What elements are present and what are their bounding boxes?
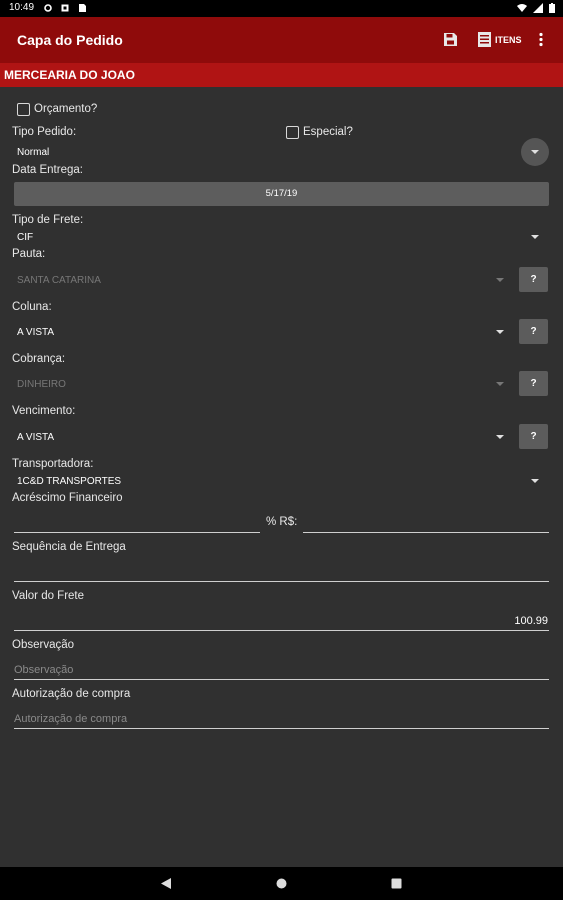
cobranca-spinner: DINHEIRO	[17, 379, 66, 390]
valor-frete-label: Valor do Frete	[12, 590, 85, 602]
acrescimo-percent-input[interactable]	[14, 532, 260, 533]
data-entrega-label: Data Entrega:	[12, 164, 83, 176]
customer-name: MERCEARIA DO JOAO	[4, 68, 135, 82]
pauta-chevron-down-icon	[496, 278, 504, 282]
coluna-help-button[interactable]: ?	[519, 319, 548, 344]
wifi-icon	[517, 4, 527, 12]
tipo-pedido-label: Tipo Pedido:	[12, 126, 77, 138]
cobranca-help-button[interactable]: ?	[519, 371, 548, 396]
status-time: 10:49	[9, 2, 35, 13]
observacao-label: Observação	[12, 639, 75, 651]
acrescimo-value-input[interactable]	[303, 532, 549, 533]
observacao-underline	[14, 679, 549, 680]
pauta-label: Pauta:	[12, 248, 46, 260]
coluna-label: Coluna:	[12, 301, 52, 313]
sim-icon	[79, 4, 86, 12]
autorizacao-input[interactable]: Autorização de compra	[14, 713, 127, 725]
back-icon[interactable]	[161, 878, 172, 889]
chevron-down-icon	[531, 150, 539, 154]
pauta-help-button[interactable]: ?	[519, 267, 548, 292]
vencimento-label: Vencimento:	[12, 405, 76, 417]
tipo-frete-spinner[interactable]: CIF	[17, 232, 33, 243]
page-title: Capa do Pedido	[17, 32, 123, 48]
status-bar: 10:49	[0, 0, 563, 17]
valor-frete-value: 100.99	[514, 615, 548, 627]
list-icon	[478, 32, 491, 47]
recents-icon[interactable]	[391, 878, 402, 889]
notification-icon	[61, 4, 69, 12]
orcamento-checkbox[interactable]	[17, 103, 30, 116]
tipo-pedido-spinner[interactable]: Normal	[17, 147, 49, 158]
save-icon[interactable]	[443, 32, 458, 47]
vencimento-help-button[interactable]: ?	[519, 424, 548, 449]
tipo-pedido-dropdown-button[interactable]	[521, 138, 549, 166]
coluna-chevron-down-icon[interactable]	[496, 330, 504, 334]
home-icon[interactable]	[276, 878, 287, 889]
observacao-input[interactable]: Observação	[14, 664, 73, 676]
vencimento-spinner[interactable]: A VISTA	[17, 432, 54, 443]
sequencia-label: Sequência de Entrega	[12, 541, 126, 553]
tipo-frete-label: Tipo de Frete:	[12, 214, 84, 226]
especial-checkbox[interactable]	[286, 126, 299, 139]
cobranca-label: Cobrança:	[12, 353, 66, 365]
data-entrega-value: 5/17/19	[265, 188, 298, 199]
autorizacao-underline	[14, 728, 549, 729]
coluna-spinner[interactable]: A VISTA	[17, 327, 54, 338]
valor-frete-input[interactable]	[14, 630, 549, 631]
settings-icon	[44, 4, 52, 12]
navigation-bar	[0, 867, 563, 900]
tipo-frete-chevron-down-icon[interactable]	[531, 235, 539, 239]
customer-banner: MERCEARIA DO JOAO	[0, 63, 563, 87]
items-button[interactable]: ITENS	[478, 32, 522, 47]
items-label: ITENS	[495, 34, 522, 45]
transportadora-spinner[interactable]: 1C&D TRANSPORTES	[17, 476, 121, 487]
transportadora-label: Transportadora:	[12, 458, 94, 470]
acrescimo-label: Acréscimo Financeiro	[12, 492, 123, 504]
orcamento-label: Orçamento?	[34, 103, 98, 115]
acrescimo-unit-label: % R$:	[266, 516, 298, 528]
autorizacao-label: Autorização de compra	[12, 688, 131, 700]
app-bar: Capa do Pedido ITENS	[0, 17, 563, 63]
especial-label: Especial?	[303, 126, 353, 138]
signal-icon	[533, 3, 543, 13]
transportadora-chevron-down-icon[interactable]	[531, 479, 539, 483]
data-entrega-button[interactable]: 5/17/19	[14, 182, 549, 206]
pauta-spinner: SANTA CATARINA	[17, 275, 101, 286]
sequencia-input[interactable]	[14, 581, 549, 582]
vencimento-chevron-down-icon[interactable]	[496, 435, 504, 439]
battery-icon	[549, 3, 555, 13]
cobranca-chevron-down-icon	[496, 382, 504, 386]
more-options-icon[interactable]	[538, 32, 544, 47]
